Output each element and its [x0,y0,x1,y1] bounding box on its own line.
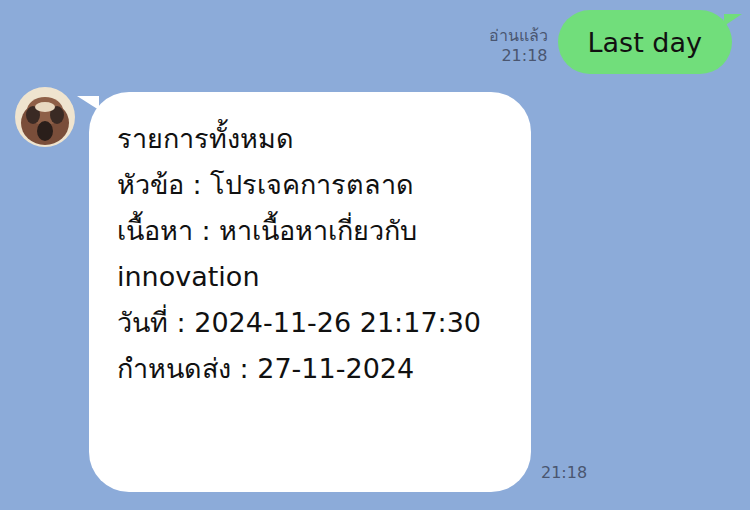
outgoing-bubble[interactable]: Last day [558,10,733,74]
message-time: 21:18 [541,463,587,492]
message-line: หัวข้อ : โปรเจคการตลาด [117,162,505,208]
message-meta: อ่านแล้ว21:18 [489,26,548,74]
incoming-message: รายการทั้งหมดหัวข้อ : โปรเจคการตลาดเนื้อ… [15,92,531,492]
message-line: กำหนดส่ง : 27-11-2024 [117,346,505,392]
outgoing-message-row: อ่านแล้ว21:18 Last day [15,10,735,74]
message-text: Last day [588,27,703,58]
message-line: รายการทั้งหมด [117,116,505,162]
incoming-message-row: รายการทั้งหมดหัวข้อ : โปรเจคการตลาดเนื้อ… [15,92,735,492]
message-line: innovation [117,254,505,300]
message-line: วันที่ : 2024-11-26 21:17:30 [117,300,505,346]
message-time: 21:18 [501,46,547,66]
incoming-bubble[interactable]: รายการทั้งหมดหัวข้อ : โปรเจคการตลาดเนื้อ… [89,92,531,492]
message-line: เนื้อหา : หาเนื้อหาเกี่ยวกับ [117,208,505,254]
read-receipt: อ่านแล้ว [489,26,548,46]
avatar-icon[interactable] [15,87,75,147]
